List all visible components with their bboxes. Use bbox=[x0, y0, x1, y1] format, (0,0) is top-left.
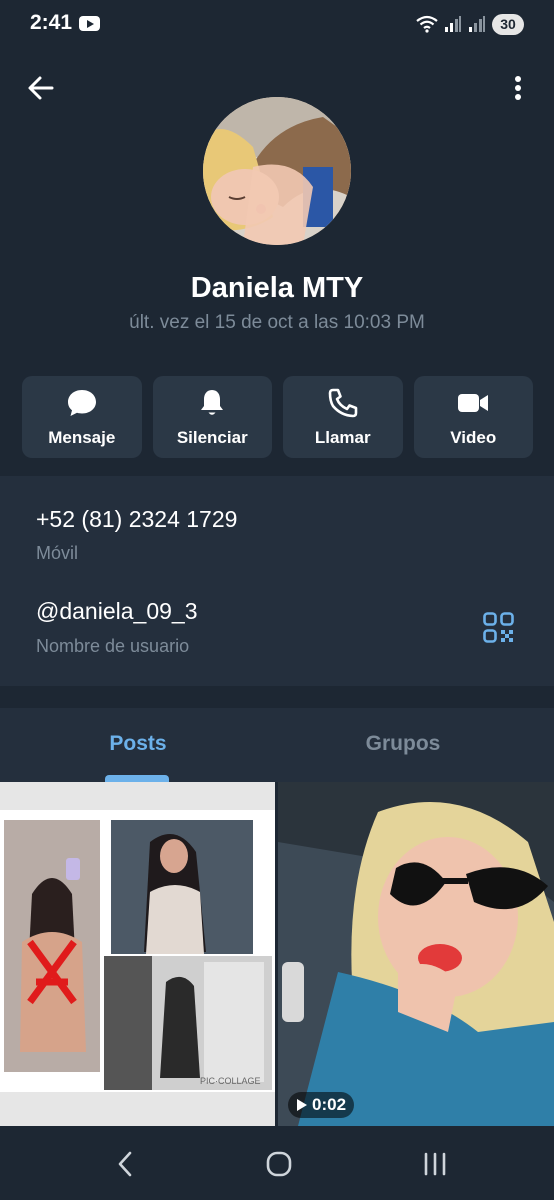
phone-label: Móvil bbox=[36, 543, 79, 563]
profile-avatar[interactable] bbox=[203, 97, 351, 245]
video-thumbnail-image bbox=[278, 782, 554, 1126]
phone-icon bbox=[327, 387, 359, 419]
message-button[interactable]: Mensaje bbox=[22, 376, 142, 458]
username-label: Nombre de usuario bbox=[36, 636, 190, 656]
status-time: 2:41 bbox=[30, 11, 73, 34]
system-navigation-bar bbox=[0, 1126, 554, 1200]
play-icon bbox=[297, 1099, 307, 1111]
mute-button[interactable]: Silenciar bbox=[152, 376, 272, 458]
action-label: Silenciar bbox=[176, 427, 248, 447]
last-seen-status: últ. vez el 15 de oct a las 10:03 PM bbox=[129, 312, 425, 333]
active-tab-indicator bbox=[105, 775, 169, 782]
wifi-icon bbox=[416, 15, 438, 33]
collage-image: PIC·COLLAGE bbox=[0, 782, 275, 1126]
post-thumbnail[interactable]: 0:02 bbox=[278, 782, 554, 1126]
bell-icon bbox=[196, 387, 228, 419]
youtube-notification-icon bbox=[79, 16, 100, 31]
video-camera-icon bbox=[457, 387, 489, 419]
video-duration-badge: 0:02 bbox=[288, 1092, 355, 1118]
tab-posts[interactable]: Posts bbox=[38, 732, 238, 756]
home-circle-icon bbox=[266, 1151, 292, 1177]
recents-icon bbox=[424, 1152, 446, 1176]
chat-bubble-icon bbox=[66, 387, 98, 419]
qr-code-icon bbox=[483, 612, 514, 643]
media-tabs: Posts Grupos bbox=[0, 708, 554, 782]
video-call-button[interactable]: Video bbox=[413, 376, 533, 458]
tab-grupos[interactable]: Grupos bbox=[303, 732, 503, 756]
posts-grid: PIC·COLLAGE 0:02 bbox=[0, 782, 554, 1126]
nav-recents-button[interactable] bbox=[410, 1144, 460, 1184]
status-icons: 30 bbox=[416, 12, 524, 36]
avatar-photo bbox=[203, 97, 351, 245]
signal-icon-secondary bbox=[469, 16, 485, 32]
profile-actions: Mensaje Silenciar Llamar Video bbox=[22, 376, 533, 458]
action-label: Video bbox=[450, 427, 497, 447]
phone-number[interactable]: +52 (81) 2324 1729 bbox=[36, 506, 237, 533]
chevron-left-icon bbox=[118, 1151, 132, 1177]
video-duration: 0:02 bbox=[312, 1095, 347, 1114]
status-bar: 2:41 30 bbox=[0, 0, 554, 52]
signal-icon bbox=[445, 16, 461, 32]
arrow-left-icon bbox=[28, 76, 54, 100]
nav-back-button[interactable] bbox=[100, 1144, 150, 1184]
profile-name: Daniela MTY bbox=[190, 272, 364, 304]
action-label: Mensaje bbox=[48, 427, 116, 447]
qr-code-button[interactable] bbox=[483, 612, 514, 643]
battery-indicator: 30 bbox=[492, 13, 524, 35]
more-vertical-icon bbox=[515, 76, 521, 100]
nav-home-button[interactable] bbox=[254, 1144, 304, 1184]
profile-header: Daniela MTY últ. vez el 15 de oct a las … bbox=[0, 52, 554, 476]
collage-watermark: PIC·COLLAGE bbox=[200, 1076, 261, 1086]
username[interactable]: @daniela_09_3 bbox=[36, 598, 197, 625]
call-button[interactable]: Llamar bbox=[283, 376, 403, 458]
action-label: Llamar bbox=[314, 427, 371, 447]
post-thumbnail[interactable]: PIC·COLLAGE bbox=[0, 782, 275, 1126]
back-button[interactable] bbox=[22, 70, 62, 106]
contact-info: +52 (81) 2324 1729 Móvil @daniela_09_3 N… bbox=[0, 476, 554, 686]
more-options-button[interactable] bbox=[506, 70, 530, 106]
